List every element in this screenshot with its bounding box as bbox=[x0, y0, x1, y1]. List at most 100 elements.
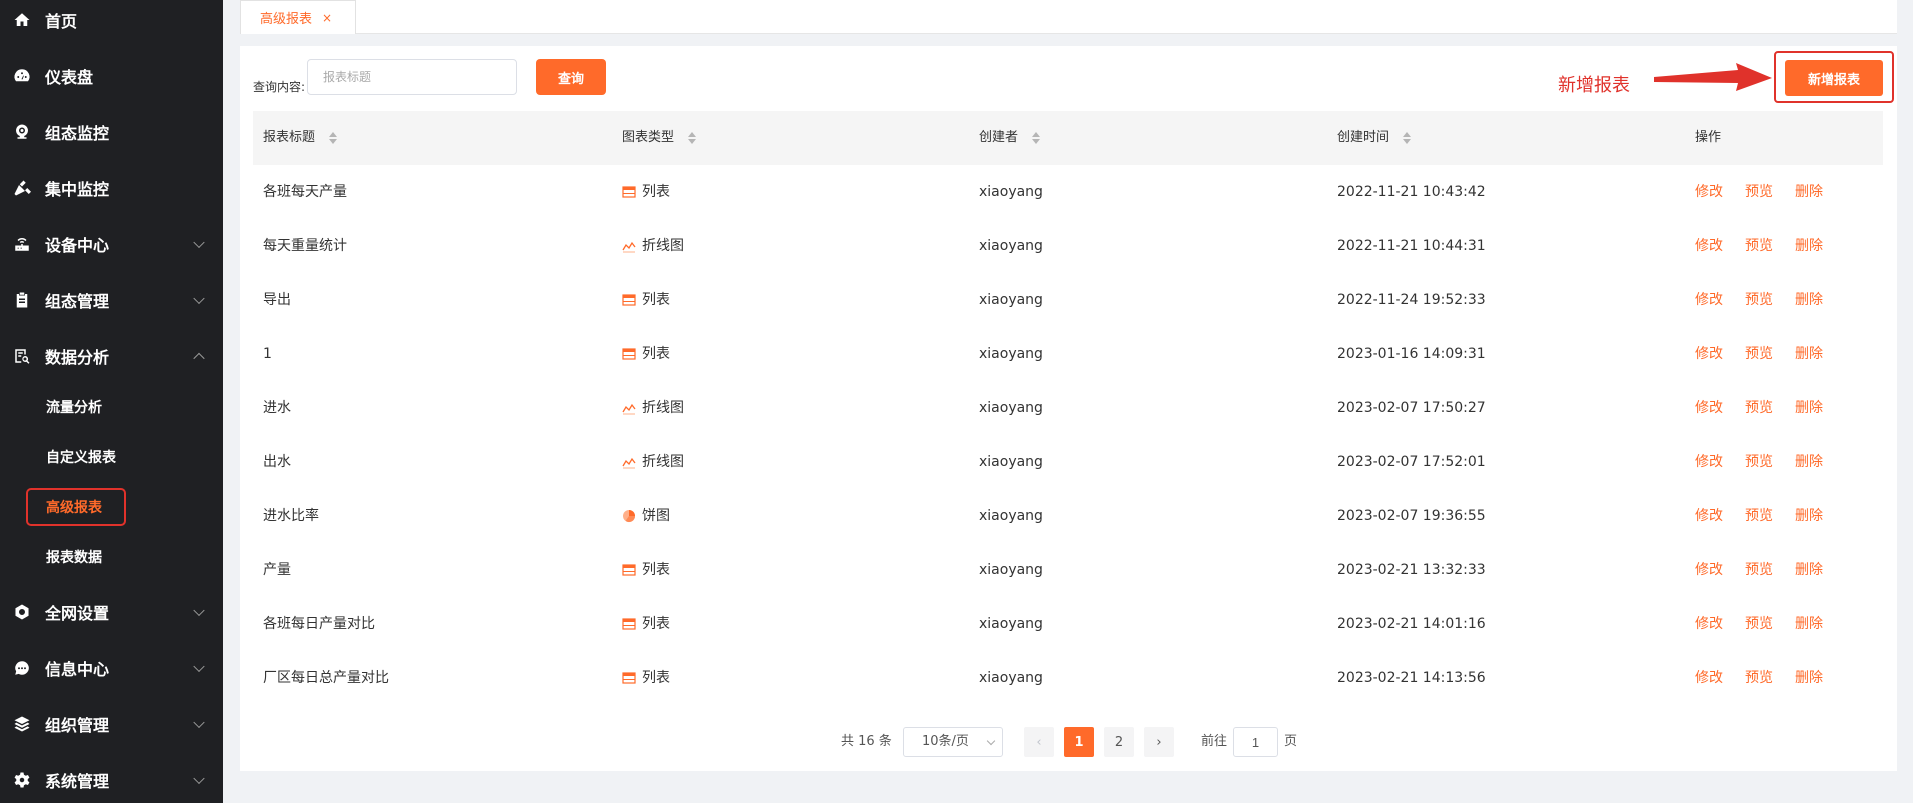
next-page-button[interactable]: › bbox=[1144, 727, 1174, 757]
tab-advanced-report[interactable]: 高级报表 × bbox=[240, 0, 356, 34]
cell-actions: 修改 预览 删除 bbox=[1685, 651, 1845, 705]
cell-created-time: 2023-02-07 19:36:55 bbox=[1337, 508, 1486, 524]
sidebar-item-system-manage[interactable]: 系统管理 bbox=[0, 752, 223, 803]
sidebar-subitem-traffic-analysis[interactable]: 流量分析 bbox=[26, 388, 126, 426]
edit-link[interactable]: 修改 bbox=[1695, 381, 1723, 435]
cell-actions: 修改 预览 删除 bbox=[1685, 543, 1845, 597]
sidebar-item-data-analysis[interactable]: 数据分析 bbox=[0, 328, 223, 384]
query-button[interactable]: 查询 bbox=[536, 59, 606, 95]
sidebar-subitem-report-data[interactable]: 报表数据 bbox=[26, 538, 126, 576]
sidebar-item-config-monitor[interactable]: 组态监控 bbox=[0, 104, 223, 160]
tab-bar: 高级报表 × bbox=[240, 0, 1897, 34]
settings-icon bbox=[12, 770, 32, 790]
delete-link[interactable]: 删除 bbox=[1795, 327, 1823, 381]
sidebar-item-label: 集中监控 bbox=[45, 180, 110, 199]
column-header-title[interactable]: 报表标题 bbox=[253, 111, 338, 165]
cell-actions: 修改 预览 删除 bbox=[1685, 219, 1845, 273]
cell-actions: 修改 预览 删除 bbox=[1685, 435, 1845, 489]
sort-icon[interactable] bbox=[1403, 132, 1412, 144]
sidebar-item-home[interactable]: 首页 bbox=[0, 0, 223, 48]
chevron-down-icon bbox=[193, 660, 205, 673]
table-row: 出水 折线图 xiaoyang 2023-02-07 17:52:01 修改 预览 删除 bbox=[253, 435, 1883, 489]
delete-link[interactable]: 删除 bbox=[1795, 489, 1823, 543]
preview-link[interactable]: 预览 bbox=[1745, 543, 1773, 597]
table-icon bbox=[622, 671, 636, 685]
sidebar-item-label: 信息中心 bbox=[45, 660, 110, 679]
preview-link[interactable]: 预览 bbox=[1745, 489, 1773, 543]
sort-icon[interactable] bbox=[329, 132, 338, 144]
delete-link[interactable]: 删除 bbox=[1795, 435, 1823, 489]
sidebar-item-central-monitor[interactable]: 集中监控 bbox=[0, 160, 223, 216]
page-button-2[interactable]: 2 bbox=[1104, 727, 1134, 757]
add-report-button[interactable]: 新增报表 bbox=[1785, 60, 1883, 96]
sidebar-item-config-manage[interactable]: 组态管理 bbox=[0, 272, 223, 328]
cell-title: 各班每天产量 bbox=[263, 184, 347, 200]
header-label: 报表标题 bbox=[263, 130, 316, 145]
delete-link[interactable]: 删除 bbox=[1795, 273, 1823, 327]
table-row: 导出 列表 xiaoyang 2022-11-24 19:52:33 修改 预览 删除 bbox=[253, 273, 1883, 327]
edit-link[interactable]: 修改 bbox=[1695, 597, 1723, 651]
edit-link[interactable]: 修改 bbox=[1695, 273, 1723, 327]
delete-link[interactable]: 删除 bbox=[1795, 597, 1823, 651]
sidebar-subitem-label: 报表数据 bbox=[46, 550, 102, 566]
preview-link[interactable]: 预览 bbox=[1745, 327, 1773, 381]
cell-created-time: 2022-11-24 19:52:33 bbox=[1337, 292, 1486, 308]
search-input[interactable] bbox=[307, 59, 517, 95]
preview-link[interactable]: 预览 bbox=[1745, 219, 1773, 273]
pagination-total: 共 16 条 bbox=[841, 734, 892, 749]
cell-actions: 修改 预览 删除 bbox=[1685, 381, 1845, 435]
delete-link[interactable]: 删除 bbox=[1795, 219, 1823, 273]
sidebar-item-dashboard[interactable]: 仪表盘 bbox=[0, 48, 223, 104]
close-icon[interactable]: × bbox=[322, 11, 332, 25]
delete-link[interactable]: 删除 bbox=[1795, 651, 1823, 705]
edit-link[interactable]: 修改 bbox=[1695, 165, 1723, 219]
cell-title: 进水 bbox=[263, 400, 291, 416]
cell-chart-type-label: 折线图 bbox=[642, 400, 684, 416]
router-icon bbox=[12, 234, 32, 254]
cell-actions: 修改 预览 删除 bbox=[1685, 597, 1845, 651]
column-header-time[interactable]: 创建时间 bbox=[1327, 111, 1412, 165]
edit-link[interactable]: 修改 bbox=[1695, 489, 1723, 543]
sort-icon[interactable] bbox=[688, 132, 697, 144]
preview-link[interactable]: 预览 bbox=[1745, 381, 1773, 435]
edit-link[interactable]: 修改 bbox=[1695, 327, 1723, 381]
prev-page-button[interactable]: ‹ bbox=[1024, 727, 1054, 757]
cell-chart-type-label: 列表 bbox=[642, 292, 670, 308]
sidebar-item-network-settings[interactable]: 全网设置 bbox=[0, 584, 223, 640]
page-button-1[interactable]: 1 bbox=[1064, 727, 1094, 757]
sort-icon[interactable] bbox=[1032, 132, 1041, 144]
table-row: 产量 列表 xiaoyang 2023-02-21 13:32:33 修改 预览 删除 bbox=[253, 543, 1883, 597]
table-row: 各班每日产量对比 列表 xiaoyang 2023-02-21 14:01:16 修改预… bbox=[253, 597, 1883, 651]
cell-creator: xiaoyang bbox=[979, 508, 1043, 524]
sidebar-subitem-label: 自定义报表 bbox=[46, 450, 116, 466]
report-list-card: 查询内容: 查询 新增报表 新增报表 报表标题 图表类型 创建者 创建时间 操作… bbox=[240, 46, 1897, 771]
layers-icon bbox=[12, 714, 32, 734]
preview-link[interactable]: 预览 bbox=[1745, 651, 1773, 705]
preview-link[interactable]: 预览 bbox=[1745, 435, 1773, 489]
edit-link[interactable]: 修改 bbox=[1695, 543, 1723, 597]
delete-link[interactable]: 删除 bbox=[1795, 165, 1823, 219]
sidebar-subitem-advanced-report[interactable]: 高级报表 bbox=[26, 488, 126, 526]
delete-link[interactable]: 删除 bbox=[1795, 381, 1823, 435]
sidebar-subitem-custom-report[interactable]: 自定义报表 bbox=[26, 438, 126, 476]
edit-link[interactable]: 修改 bbox=[1695, 651, 1723, 705]
edit-link[interactable]: 修改 bbox=[1695, 435, 1723, 489]
preview-link[interactable]: 预览 bbox=[1745, 273, 1773, 327]
edit-link[interactable]: 修改 bbox=[1695, 219, 1723, 273]
delete-link[interactable]: 删除 bbox=[1795, 543, 1823, 597]
cell-creator: xiaoyang bbox=[979, 562, 1043, 578]
column-header-type[interactable]: 图表类型 bbox=[612, 111, 697, 165]
sidebar-item-info-center[interactable]: 信息中心 bbox=[0, 640, 223, 696]
sidebar-item-org-manage[interactable]: 组织管理 bbox=[0, 696, 223, 752]
sidebar-item-device-center[interactable]: 设备中心 bbox=[0, 216, 223, 272]
column-header-creator[interactable]: 创建者 bbox=[969, 111, 1041, 165]
page-size-select[interactable]: 10条/页 bbox=[903, 727, 1003, 757]
chevron-down-icon bbox=[193, 716, 205, 729]
sidebar-item-label: 系统管理 bbox=[45, 772, 110, 791]
cell-title: 每天重量统计 bbox=[263, 238, 347, 254]
preview-link[interactable]: 预览 bbox=[1745, 165, 1773, 219]
preview-link[interactable]: 预览 bbox=[1745, 597, 1773, 651]
goto-page-input[interactable] bbox=[1233, 727, 1278, 757]
table-row: 1 列表 xiaoyang 2023-01-16 14:09:31 修改 预览 删除 bbox=[253, 327, 1883, 381]
cell-chart-type: 列表 bbox=[612, 597, 670, 651]
